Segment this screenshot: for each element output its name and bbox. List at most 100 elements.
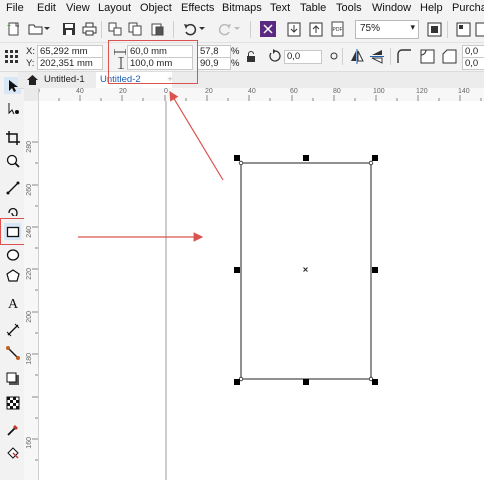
menu-window[interactable]: Window xyxy=(372,2,411,14)
y-label: Y: xyxy=(26,58,35,69)
size-fields-highlight xyxy=(108,40,198,84)
object-origin-icon[interactable] xyxy=(5,50,19,67)
corner-node[interactable] xyxy=(238,160,244,166)
selection-handle[interactable] xyxy=(234,155,240,161)
home-icon[interactable] xyxy=(27,75,38,88)
x-label: X: xyxy=(26,46,35,57)
menu-tools[interactable]: Tools xyxy=(336,2,362,14)
import-icon[interactable] xyxy=(285,20,303,38)
new-document-icon[interactable]: + xyxy=(5,20,23,38)
svg-text:PDF: PDF xyxy=(333,27,343,33)
crop-tool-icon[interactable] xyxy=(4,129,21,146)
separator xyxy=(173,21,174,38)
selected-rectangle[interactable] xyxy=(240,162,372,380)
svg-text:+: + xyxy=(7,23,11,30)
selection-handle[interactable] xyxy=(303,379,309,385)
horizontal-ruler: 60 40 20 0 20 40 60 80 100 120 140 xyxy=(24,88,484,102)
corner-round-icon[interactable] xyxy=(397,49,412,67)
ruler-label: 0 xyxy=(164,88,168,95)
menu-file[interactable]: File xyxy=(6,2,24,14)
menu-effects[interactable]: Effects xyxy=(181,2,214,14)
corner-radius-bottom-field[interactable]: 0,0 xyxy=(462,57,484,70)
selection-handle[interactable] xyxy=(372,267,378,273)
selection-handle[interactable] xyxy=(234,267,240,273)
artistic-media-icon[interactable] xyxy=(4,200,21,217)
connector-tool-icon[interactable] xyxy=(4,344,21,361)
corner-scallop-icon[interactable] xyxy=(420,49,435,67)
separator xyxy=(342,48,343,65)
menu-help[interactable]: Help xyxy=(420,2,443,14)
drop-shadow-icon[interactable] xyxy=(4,370,21,387)
options-icon[interactable] xyxy=(472,20,484,38)
ellipse-tool-icon[interactable] xyxy=(4,246,21,263)
snap-icon[interactable] xyxy=(454,20,472,38)
paste-icon[interactable] xyxy=(148,20,166,38)
menu-purchase[interactable]: Purchas xyxy=(452,2,484,14)
zoom-tool-icon[interactable] xyxy=(4,152,21,169)
selection-handle[interactable] xyxy=(372,379,378,385)
ruler-label: 120 xyxy=(416,88,428,95)
full-screen-icon[interactable] xyxy=(425,20,443,38)
menu-edit[interactable]: Edit xyxy=(37,2,56,14)
save-icon[interactable] xyxy=(60,20,78,38)
mirror-vertical-icon[interactable] xyxy=(370,49,384,67)
drawing-canvas[interactable] xyxy=(39,101,484,480)
property-bar: X: 65,292 mm Y: 202,351 mm 60,0 mm 100,0… xyxy=(0,43,484,72)
redo-dropdown-icon[interactable] xyxy=(232,20,242,38)
export-icon[interactable] xyxy=(307,20,325,38)
rotate-icon xyxy=(268,49,282,66)
rotation-field[interactable]: 0,0 xyxy=(284,50,322,64)
selection-handle[interactable] xyxy=(303,155,309,161)
ruler-label: 20 xyxy=(205,88,213,95)
separator xyxy=(250,21,251,38)
shape-tool-icon[interactable] xyxy=(4,100,21,117)
transparency-icon[interactable] xyxy=(4,394,21,411)
parallel-dimension-icon[interactable] xyxy=(4,321,21,338)
chevron-down-icon[interactable] xyxy=(42,20,52,38)
polygon-tool-icon[interactable] xyxy=(4,267,21,284)
ruler-label: 60 xyxy=(290,88,298,95)
text-tool-icon[interactable]: A xyxy=(4,294,21,311)
document-tab-bar: Untitled-1 Untitled-2 + xyxy=(18,72,484,89)
percent-label: % xyxy=(231,58,240,69)
standard-toolbar: + PDF 75% ▾ xyxy=(0,17,484,43)
corel-connect-icon[interactable] xyxy=(259,20,277,38)
cut-icon[interactable] xyxy=(106,20,124,38)
undo-dropdown-icon[interactable] xyxy=(197,20,207,38)
corner-chamfer-icon[interactable] xyxy=(442,49,457,67)
percent-label: % xyxy=(231,46,240,57)
canvas-drawing xyxy=(165,101,378,480)
menu-bitmaps[interactable]: Bitmaps xyxy=(222,2,262,14)
chevron-down-icon: ▾ xyxy=(410,22,415,32)
ruler-origin[interactable] xyxy=(24,88,39,102)
ruler-label: 40 xyxy=(248,88,256,95)
menu-text[interactable]: Text xyxy=(270,2,290,14)
eyedropper-icon[interactable] xyxy=(4,421,21,438)
publish-pdf-icon[interactable]: PDF xyxy=(329,20,347,38)
ruler-label: 160 xyxy=(26,437,33,449)
menu-object[interactable]: Object xyxy=(140,2,172,14)
ruler-label: 240 xyxy=(26,226,33,238)
center-marker[interactable] xyxy=(303,267,308,272)
corner-node[interactable] xyxy=(368,160,374,166)
menu-table[interactable]: Table xyxy=(300,2,326,14)
menu-view[interactable]: View xyxy=(66,2,90,14)
y-position-field[interactable]: 202,351 mm xyxy=(37,57,103,70)
ruler-label: 280 xyxy=(26,141,33,153)
ruler-label: 80 xyxy=(333,88,341,95)
interactive-fill-icon[interactable] xyxy=(4,444,21,461)
menu-bar: File Edit View Layout Object Effects Bit… xyxy=(0,0,484,17)
mirror-horizontal-icon[interactable] xyxy=(350,49,364,67)
lock-ratio-icon[interactable] xyxy=(246,51,256,66)
print-icon[interactable] xyxy=(80,20,98,38)
selection-handle[interactable] xyxy=(234,379,240,385)
zoom-level-select[interactable]: 75% ▾ xyxy=(355,20,419,39)
separator xyxy=(447,21,448,38)
vertical-ruler: 280 260 240 220 200 180 160 xyxy=(24,101,39,480)
selection-handle[interactable] xyxy=(372,155,378,161)
copy-icon[interactable] xyxy=(126,20,144,38)
ruler-label: 40 xyxy=(76,88,84,95)
menu-layout[interactable]: Layout xyxy=(98,2,131,14)
scale-y-field[interactable]: 90,9 xyxy=(197,57,231,70)
freehand-tool-icon[interactable] xyxy=(4,179,21,196)
